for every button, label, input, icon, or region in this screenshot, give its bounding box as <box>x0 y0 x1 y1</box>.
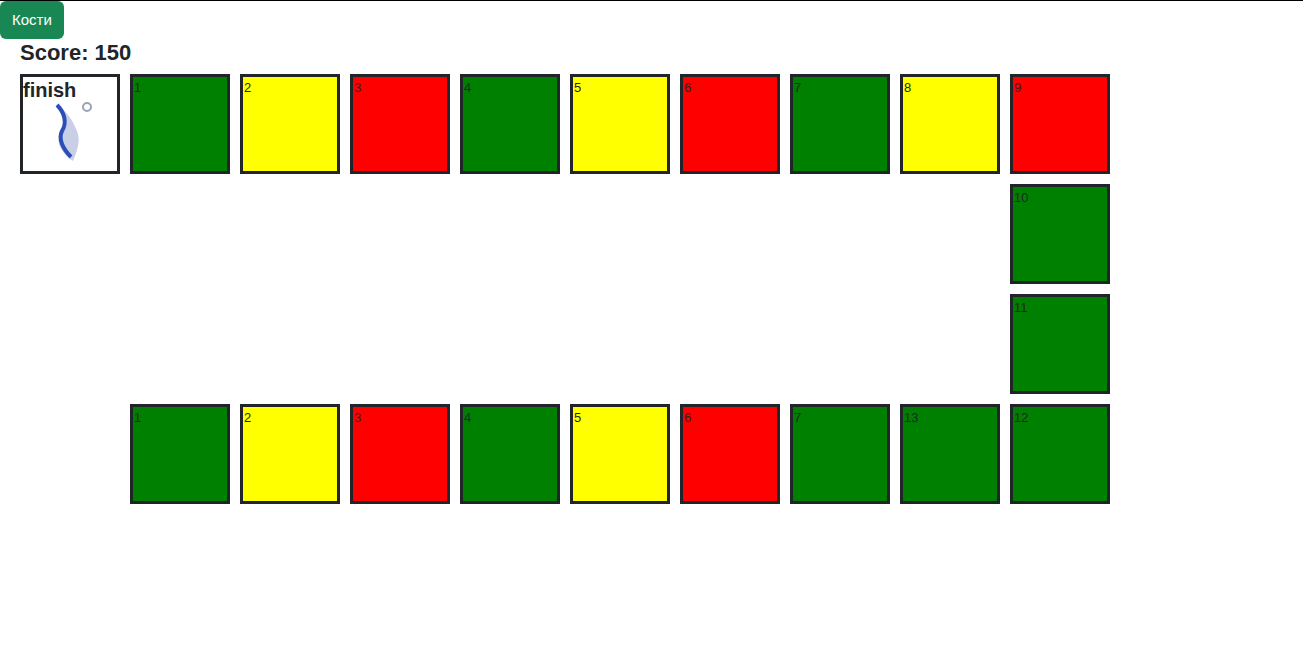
finish-picture-icon <box>47 101 97 165</box>
cell-number: 10 <box>1014 190 1028 206</box>
board-cell: 4 <box>460 404 560 504</box>
board-cell: 3 <box>350 74 450 174</box>
board: finish123456789101112345671312 <box>20 74 1303 504</box>
board-bottom-row: 12345671312 <box>20 404 1303 504</box>
finish-label: finish <box>23 79 76 101</box>
cell-number: 7 <box>794 410 801 426</box>
finish-cell: finish <box>20 74 120 174</box>
dice-button[interactable]: Кости <box>0 1 64 39</box>
cell-number: 2 <box>244 410 251 426</box>
score-label: Score: 150 <box>20 39 1303 67</box>
board-cell: 2 <box>240 404 340 504</box>
board-top-row: finish 1 2 3 4 5 6 7 8 9 <box>20 74 1303 174</box>
board-cell: 9 <box>1010 74 1110 174</box>
cell-number: 6 <box>684 80 691 96</box>
board-cell: 6 <box>680 74 780 174</box>
board-cell: 11 <box>1010 294 1110 394</box>
board-side-row: 11 <box>20 294 1303 394</box>
game-page: КостиScore: 150finish1234567891011123456… <box>0 0 1303 662</box>
board-cell: 3 <box>350 404 450 504</box>
board-cell: 12 <box>1010 404 1110 504</box>
board-cell: 2 <box>240 74 340 174</box>
cell-number: 13 <box>904 410 918 426</box>
board-cell: 7 <box>790 74 890 174</box>
cell-number: 8 <box>904 80 911 96</box>
board-cell: 5 <box>570 74 670 174</box>
board-cell: 7 <box>790 404 890 504</box>
board-cell: 13 <box>900 404 1000 504</box>
cell-number: 11 <box>1014 300 1028 316</box>
cell-number: 5 <box>574 410 581 426</box>
cell-number: 3 <box>354 410 361 426</box>
cell-number: 2 <box>244 80 251 96</box>
board-side-row: 10 <box>20 184 1303 284</box>
cell-number: 12 <box>1014 410 1028 426</box>
cell-number: 7 <box>794 80 801 96</box>
board-cell: 1 <box>130 404 230 504</box>
board-cell: 4 <box>460 74 560 174</box>
cell-number: 1 <box>134 80 141 96</box>
board-cell: 10 <box>1010 184 1110 284</box>
cell-number: 3 <box>354 80 361 96</box>
board-cell: 5 <box>570 404 670 504</box>
board-cell: 8 <box>900 74 1000 174</box>
cell-number: 6 <box>684 410 691 426</box>
cell-number: 9 <box>1014 80 1021 96</box>
board-cell: 6 <box>680 404 780 504</box>
cell-number: 4 <box>464 80 471 96</box>
cell-number: 1 <box>134 410 141 426</box>
board-cell: 1 <box>130 74 230 174</box>
cell-number: 4 <box>464 410 471 426</box>
cell-number: 5 <box>574 80 581 96</box>
